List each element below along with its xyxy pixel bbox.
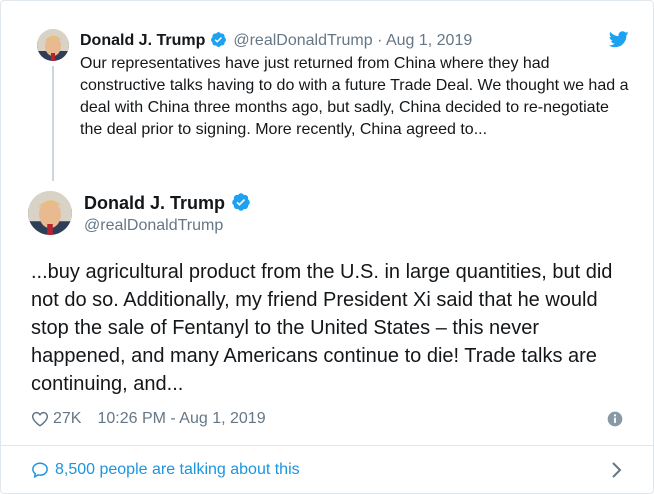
chevron-right-icon[interactable]	[611, 461, 623, 479]
main-tweet-text: ...buy agricultural product from the U.S…	[31, 261, 613, 395]
tweet-card: Donald J. Trump @realDonaldTrump · Aug 1,…	[0, 0, 654, 494]
quoted-author-handle[interactable]: @realDonaldTrump	[233, 32, 372, 49]
quoted-avatar[interactable]	[37, 29, 69, 61]
avatar-portrait	[37, 29, 69, 61]
twitter-bird-icon[interactable]	[609, 31, 629, 48]
footer-divider	[1, 445, 653, 446]
header-separator: ·	[377, 32, 383, 49]
quoted-tweet-text: Our representatives have just returned f…	[80, 55, 629, 138]
heart-icon	[31, 411, 49, 427]
quoted-author-name[interactable]: Donald J. Trump	[80, 32, 205, 49]
main-author-name[interactable]: Donald J. Trump	[84, 191, 253, 215]
thread-connector-line	[52, 66, 54, 181]
quoted-header: Donald J. Trump @realDonaldTrump · Aug 1,…	[80, 29, 472, 53]
main-author-name-text: Donald J. Trump	[84, 193, 226, 213]
main-author-handle[interactable]: @realDonaldTrump	[84, 216, 223, 236]
quoted-date[interactable]: Aug 1, 2019	[386, 32, 472, 49]
speech-bubble-icon	[32, 462, 48, 479]
tweet-meta: 27K 10:26 PM - Aug 1, 2019	[31, 408, 266, 430]
like-button[interactable]: 27K	[31, 408, 81, 430]
avatar-portrait	[28, 191, 72, 235]
conversation-count-text: 8,500 people are talking about this	[55, 461, 300, 478]
like-count: 27K	[53, 410, 82, 427]
conversation-link[interactable]: 8,500 people are talking about this	[31, 459, 300, 481]
verified-badge-icon	[232, 193, 250, 211]
info-icon[interactable]	[607, 411, 623, 427]
main-avatar[interactable]	[28, 191, 72, 235]
verified-badge-icon	[211, 32, 227, 47]
tweet-timestamp[interactable]: 10:26 PM - Aug 1, 2019	[97, 408, 265, 430]
